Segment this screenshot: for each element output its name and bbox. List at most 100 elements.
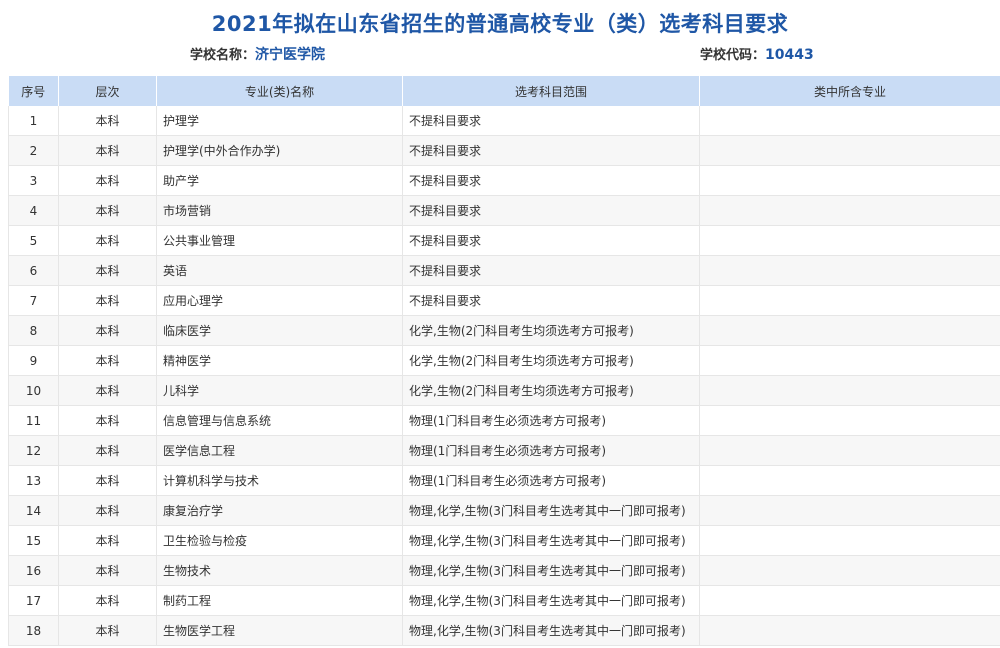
header-major-name: 专业(类)名称: [156, 76, 403, 106]
table-row: 16 本科 生物技术 物理,化学,生物(3门科目考生选考其中一门即可报考): [8, 555, 1000, 586]
cell-major-name: 英语: [156, 255, 403, 286]
cell-index: 12: [8, 435, 59, 466]
cell-index: 18: [8, 615, 59, 646]
cell-level: 本科: [58, 285, 157, 316]
cell-subject-range: 物理,化学,生物(3门科目考生选考其中一门即可报考): [402, 495, 700, 526]
cell-level: 本科: [58, 435, 157, 466]
table-body: 1 本科 护理学 不提科目要求 2 本科 护理学(中外合作办学) 不提科目要求 3 本科 助产学 不提…: [8, 106, 1000, 646]
table-row: 8 本科 临床医学 化学,生物(2门科目考生均须选考方可报考): [8, 315, 1000, 346]
cell-major-name: 临床医学: [156, 315, 403, 346]
cell-major-name: 生物技术: [156, 555, 403, 586]
cell-included-majors: [699, 165, 1000, 196]
cell-major-name: 精神医学: [156, 345, 403, 376]
cell-level: 本科: [58, 465, 157, 496]
cell-included-majors: [699, 225, 1000, 256]
cell-level: 本科: [58, 495, 157, 526]
cell-level: 本科: [58, 375, 157, 406]
cell-index: 4: [8, 195, 59, 226]
cell-subject-range: 不提科目要求: [402, 165, 700, 196]
header-index: 序号: [8, 76, 59, 106]
cell-included-majors: [699, 135, 1000, 166]
cell-included-majors: [699, 435, 1000, 466]
cell-subject-range: 物理,化学,生物(3门科目考生选考其中一门即可报考): [402, 615, 700, 646]
table-row: 17 本科 制药工程 物理,化学,生物(3门科目考生选考其中一门即可报考): [8, 585, 1000, 616]
cell-subject-range: 不提科目要求: [402, 106, 700, 136]
cell-included-majors: [699, 285, 1000, 316]
header-subject-range: 选考科目范围: [402, 76, 700, 106]
table-row: 1 本科 护理学 不提科目要求: [8, 106, 1000, 136]
cell-subject-range: 不提科目要求: [402, 195, 700, 226]
cell-index: 13: [8, 465, 59, 496]
cell-level: 本科: [58, 106, 157, 136]
cell-index: 15: [8, 525, 59, 556]
cell-included-majors: [699, 255, 1000, 286]
cell-subject-range: 物理(1门科目考生必须选考方可报考): [402, 405, 700, 436]
cell-subject-range: 物理(1门科目考生必须选考方可报考): [402, 435, 700, 466]
table-row: 11 本科 信息管理与信息系统 物理(1门科目考生必须选考方可报考): [8, 405, 1000, 436]
cell-subject-range: 化学,生物(2门科目考生均须选考方可报考): [402, 315, 700, 346]
table-header-row: 序号 层次 专业(类)名称 选考科目范围 类中所含专业: [8, 76, 1000, 106]
header-included-majors: 类中所含专业: [699, 76, 1000, 106]
cell-index: 5: [8, 225, 59, 256]
table-row: 13 本科 计算机科学与技术 物理(1门科目考生必须选考方可报考): [8, 465, 1000, 496]
cell-major-name: 市场营销: [156, 195, 403, 226]
cell-index: 14: [8, 495, 59, 526]
school-code-label: 学校代码：: [700, 48, 766, 63]
cell-included-majors: [699, 375, 1000, 406]
cell-subject-range: 不提科目要求: [402, 225, 700, 256]
cell-major-name: 护理学(中外合作办学): [156, 135, 403, 166]
school-name-label: 学校名称：: [190, 48, 256, 63]
cell-level: 本科: [58, 555, 157, 586]
cell-major-name: 应用心理学: [156, 285, 403, 316]
cell-included-majors: [699, 615, 1000, 646]
cell-index: 9: [8, 345, 59, 376]
cell-included-majors: [699, 315, 1000, 346]
cell-included-majors: [699, 195, 1000, 226]
cell-level: 本科: [58, 345, 157, 376]
cell-index: 3: [8, 165, 59, 196]
cell-major-name: 护理学: [156, 106, 403, 136]
cell-level: 本科: [58, 315, 157, 346]
cell-level: 本科: [58, 615, 157, 646]
cell-included-majors: [699, 106, 1000, 136]
table-row: 7 本科 应用心理学 不提科目要求: [8, 285, 1000, 316]
cell-index: 8: [8, 315, 59, 346]
table-row: 4 本科 市场营销 不提科目要求: [8, 195, 1000, 226]
cell-subject-range: 化学,生物(2门科目考生均须选考方可报考): [402, 345, 700, 376]
cell-index: 11: [8, 405, 59, 436]
school-code: 10443: [765, 47, 814, 63]
cell-major-name: 医学信息工程: [156, 435, 403, 466]
table-row: 5 本科 公共事业管理 不提科目要求: [8, 225, 1000, 256]
school-name-group: 学校名称：济宁医学院: [190, 44, 325, 64]
cell-level: 本科: [58, 525, 157, 556]
table-row: 15 本科 卫生检验与检疫 物理,化学,生物(3门科目考生选考其中一门即可报考): [8, 525, 1000, 556]
cell-level: 本科: [58, 225, 157, 256]
table-row: 9 本科 精神医学 化学,生物(2门科目考生均须选考方可报考): [8, 345, 1000, 376]
school-code-group: 学校代码：10443: [700, 44, 814, 63]
cell-included-majors: [699, 555, 1000, 586]
cell-included-majors: [699, 345, 1000, 376]
cell-index: 16: [8, 555, 59, 586]
table-row: 10 本科 儿科学 化学,生物(2门科目考生均须选考方可报考): [8, 375, 1000, 406]
cell-index: 7: [8, 285, 59, 316]
cell-included-majors: [699, 495, 1000, 526]
cell-index: 2: [8, 135, 59, 166]
cell-subject-range: 物理,化学,生物(3门科目考生选考其中一门即可报考): [402, 525, 700, 556]
cell-index: 1: [8, 106, 59, 136]
cell-index: 6: [8, 255, 59, 286]
cell-subject-range: 物理,化学,生物(3门科目考生选考其中一门即可报考): [402, 585, 700, 616]
cell-included-majors: [699, 525, 1000, 556]
cell-major-name: 儿科学: [156, 375, 403, 406]
school-name: 济宁医学院: [255, 47, 326, 63]
cell-level: 本科: [58, 195, 157, 226]
school-info: 学校名称：济宁医学院 学校代码：10443: [0, 44, 1000, 64]
cell-major-name: 生物医学工程: [156, 615, 403, 646]
cell-level: 本科: [58, 405, 157, 436]
cell-subject-range: 化学,生物(2门科目考生均须选考方可报考): [402, 375, 700, 406]
table-row: 18 本科 生物医学工程 物理,化学,生物(3门科目考生选考其中一门即可报考): [8, 615, 1000, 646]
cell-subject-range: 不提科目要求: [402, 135, 700, 166]
cell-level: 本科: [58, 585, 157, 616]
subject-requirements-table: 序号 层次 专业(类)名称 选考科目范围 类中所含专业 1 本科 护理学 不提科目要求…: [8, 76, 1000, 646]
cell-included-majors: [699, 585, 1000, 616]
cell-major-name: 制药工程: [156, 585, 403, 616]
